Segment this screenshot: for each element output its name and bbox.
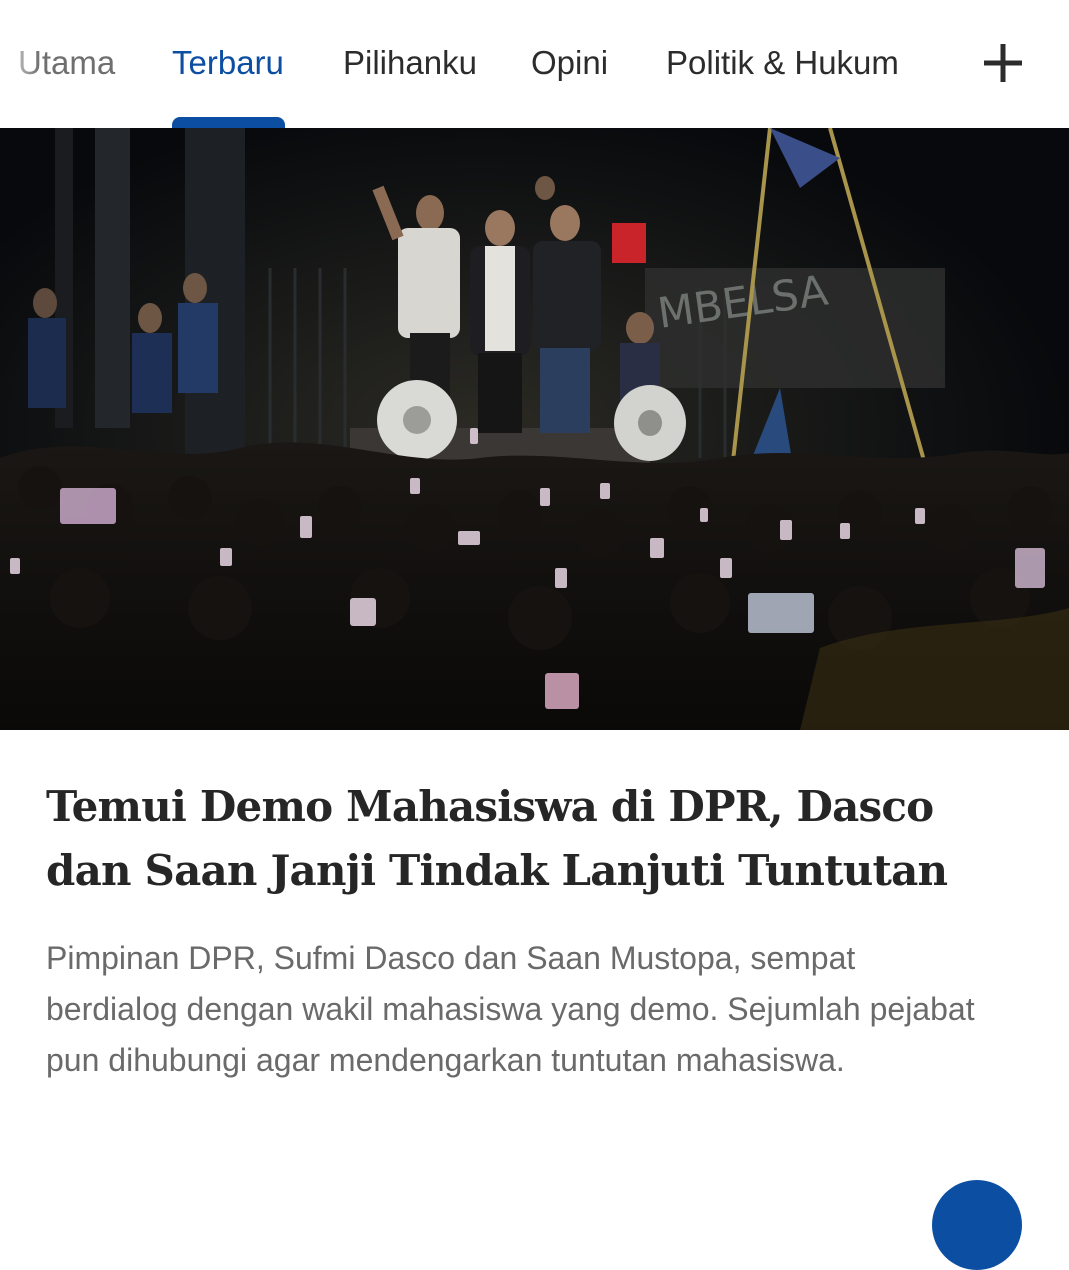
article-hero-image[interactable]: MBELSA xyxy=(0,128,1069,730)
article-title[interactable]: Temui Demo Mahasiswa di DPR, Dasco dan S… xyxy=(46,775,1006,903)
pillar xyxy=(95,128,130,428)
protest-photo: MBELSA xyxy=(0,128,1069,730)
more-categories-button[interactable] xyxy=(976,36,1030,90)
tab-opini[interactable]: Opini xyxy=(531,40,608,86)
category-tab-bar: Utama Terbaru Pilihanku Opini Politik & … xyxy=(0,0,1069,131)
plus-icon xyxy=(984,44,1022,82)
tab-pilihanku[interactable]: Pilihanku xyxy=(343,40,477,86)
tab-terbaru[interactable]: Terbaru xyxy=(172,40,284,86)
article-summary: Pimpinan DPR, Sufmi Dasco dan Saan Musto… xyxy=(46,940,975,1078)
tab-utama[interactable]: Utama xyxy=(18,40,115,86)
tab-politik-hukum[interactable]: Politik & Hukum xyxy=(666,40,899,86)
floating-action-button[interactable] xyxy=(932,1180,1022,1270)
